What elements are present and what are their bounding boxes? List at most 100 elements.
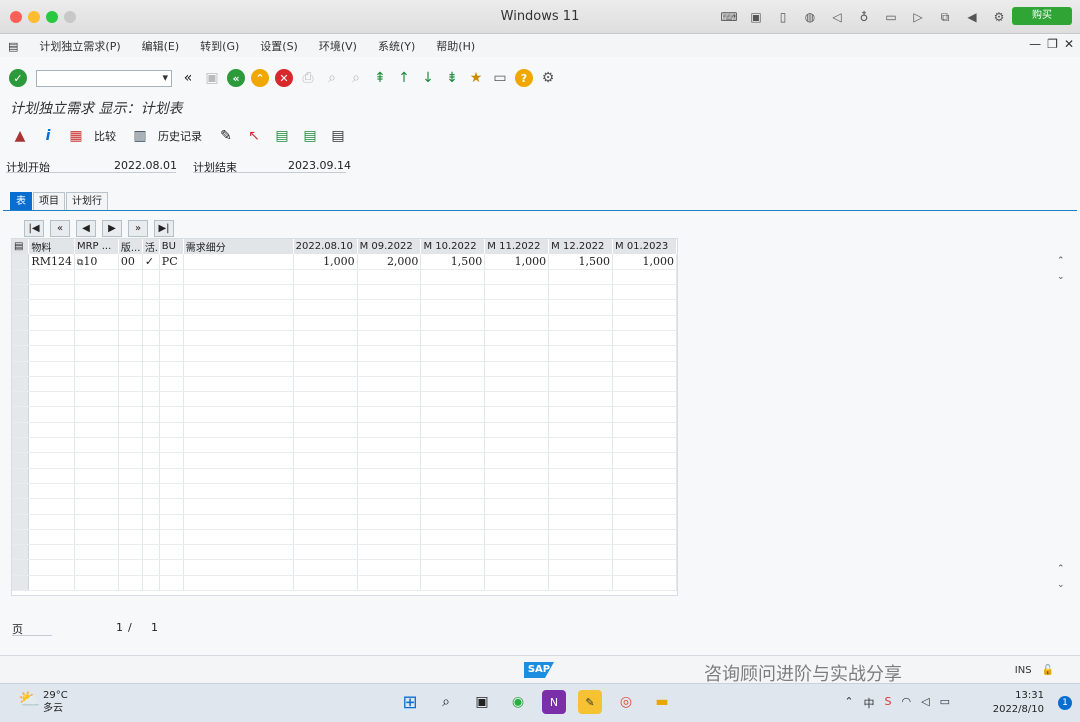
empty-table-row[interactable]	[12, 315, 677, 331]
empty-table-row[interactable]	[12, 452, 677, 469]
empty-table-row[interactable]	[12, 269, 677, 286]
wechat-icon[interactable]: ◉	[506, 690, 530, 714]
find-next-icon[interactable]: ⌕	[346, 68, 366, 88]
empty-table-row[interactable]	[12, 330, 677, 347]
header-period-3[interactable]: M 10.2022	[420, 239, 486, 254]
help-icon[interactable]: ?	[514, 68, 534, 88]
scroll-down-icon[interactable]: ⌄	[1057, 580, 1065, 590]
scroll-down-icon[interactable]: ⌄	[1057, 272, 1065, 282]
select-all-icon[interactable]: ▤	[272, 126, 292, 146]
header-unit[interactable]: BU	[159, 239, 184, 254]
menu-environment[interactable]: 环境(V)	[319, 38, 357, 54]
customize-layout-icon[interactable]: ⚙	[538, 68, 558, 88]
empty-table-row[interactable]	[12, 422, 677, 439]
cancel-icon[interactable]: ✕	[274, 68, 294, 88]
cell-period-4[interactable]: 1,000	[484, 254, 550, 270]
history-icon[interactable]: ▥	[130, 126, 150, 146]
search-icon[interactable]: ⌕	[434, 690, 458, 714]
header-mrp-area[interactable]: MRP ...	[74, 239, 119, 254]
cell-version[interactable]: 00	[118, 254, 143, 270]
header-period-6[interactable]: M 01.2023	[612, 239, 677, 254]
deselect-icon[interactable]: ▤	[300, 126, 320, 146]
header-period-2[interactable]: M 09.2022	[357, 239, 422, 254]
previous-column-button[interactable]: ◀	[76, 220, 96, 237]
notification-badge[interactable]: 1	[1058, 696, 1072, 710]
first-page-icon[interactable]: ⇞	[370, 68, 390, 88]
menu-system[interactable]: 系统(Y)	[378, 38, 415, 54]
keyboard-icon[interactable]: ⌨	[720, 8, 738, 26]
header-material[interactable]: 物料	[28, 239, 75, 254]
detail-icon[interactable]: ▤	[328, 126, 348, 146]
battery-icon[interactable]: ▭	[940, 695, 950, 711]
back-icon[interactable]: «	[226, 68, 246, 88]
next-page-icon[interactable]: ↓	[418, 68, 438, 88]
last-column-button[interactable]: ▶|	[154, 220, 174, 237]
drive-icon[interactable]: ▭	[882, 8, 900, 26]
chrome-icon[interactable]: ◎	[614, 690, 638, 714]
document-edit-icon[interactable]: ✎	[216, 126, 236, 146]
header-req-segment[interactable]: 需求细分	[183, 239, 294, 254]
close-icon[interactable]: ✕	[1064, 37, 1074, 51]
last-page-icon[interactable]: ⇟	[442, 68, 462, 88]
history-button[interactable]: 历史记录	[158, 128, 202, 144]
menu-planned-independent-req[interactable]: 计划独立需求(P)	[39, 38, 120, 54]
wifi-icon[interactable]: ◠	[902, 695, 912, 711]
cell-mrp-area[interactable]: ⧉10	[74, 254, 119, 270]
tab-items[interactable]: 项目	[33, 192, 65, 210]
next-column-button[interactable]: ▶	[102, 220, 122, 237]
tab-schedule-lines[interactable]: 计划行	[66, 192, 108, 210]
print-icon[interactable]: ⎙	[298, 68, 318, 88]
command-field[interactable]	[36, 69, 172, 87]
cell-period-6[interactable]: 1,000	[612, 254, 677, 270]
weather-widget[interactable]: ⛅ 29°C 多云	[18, 689, 68, 715]
header-active[interactable]: 活.	[142, 239, 160, 254]
empty-table-row[interactable]	[12, 299, 677, 316]
empty-table-row[interactable]	[12, 559, 677, 576]
empty-table-row[interactable]	[12, 345, 677, 362]
gear-icon[interactable]: ⚙	[990, 8, 1008, 26]
exit-icon[interactable]: ⌃	[250, 68, 270, 88]
empty-table-row[interactable]	[12, 361, 677, 377]
camera-icon[interactable]: ▷	[909, 8, 927, 26]
enter-check-icon[interactable]: ✓	[8, 68, 28, 88]
empty-table-row[interactable]	[12, 406, 677, 423]
header-period-1[interactable]: 2022.08.10	[293, 239, 358, 254]
onenote-icon[interactable]: N	[542, 690, 566, 714]
empty-table-row[interactable]	[12, 575, 677, 592]
usb-icon[interactable]: ▯	[774, 8, 792, 26]
cell-material[interactable]: RM124	[28, 254, 75, 270]
find-icon[interactable]: ⌕	[322, 68, 342, 88]
empty-table-row[interactable]	[12, 483, 677, 500]
empty-table-row[interactable]	[12, 544, 677, 561]
menu-icon[interactable]: ▤	[8, 40, 18, 53]
select-all-header-icon[interactable]: ▤	[12, 239, 30, 254]
header-period-5[interactable]: M 12.2022	[548, 239, 614, 254]
select-icon[interactable]: ↖	[244, 126, 264, 146]
current-page[interactable]: 1	[116, 621, 123, 634]
menu-edit[interactable]: 编辑(E)	[142, 38, 180, 54]
sap-logon-icon[interactable]: ✎	[578, 690, 602, 714]
screen-icon[interactable]: ⧉	[936, 8, 954, 26]
cell-unit[interactable]: PC	[159, 254, 184, 270]
sogou-icon[interactable]: S	[885, 695, 892, 711]
empty-table-row[interactable]	[12, 498, 677, 515]
clock[interactable]: 13:31 2022/8/10	[993, 689, 1044, 717]
header-version[interactable]: 版...	[118, 239, 143, 254]
start-icon[interactable]: ⊞	[398, 690, 422, 714]
first-column-button[interactable]: |◀	[24, 220, 44, 237]
compare-icon[interactable]: ▦	[66, 126, 86, 146]
cell-period-2[interactable]: 2,000	[357, 254, 422, 270]
cell-active[interactable]: ✓	[142, 254, 160, 270]
scroll-up-icon[interactable]: ⌃	[1057, 256, 1065, 266]
compare-button[interactable]: 比较	[94, 128, 116, 144]
menu-settings[interactable]: 设置(S)	[260, 38, 298, 54]
empty-table-row[interactable]	[12, 391, 677, 408]
restore-icon[interactable]: ❐	[1047, 37, 1058, 51]
create-session-icon[interactable]: ★	[466, 68, 486, 88]
info-icon[interactable]: i	[38, 126, 58, 146]
cell-period-3[interactable]: 1,500	[420, 254, 486, 270]
empty-table-row[interactable]	[12, 514, 677, 530]
microphone-icon[interactable]: ♁	[855, 8, 873, 26]
collapse-icon[interactable]: «	[178, 68, 198, 88]
chevron-up-icon[interactable]: ⌃	[844, 695, 853, 711]
